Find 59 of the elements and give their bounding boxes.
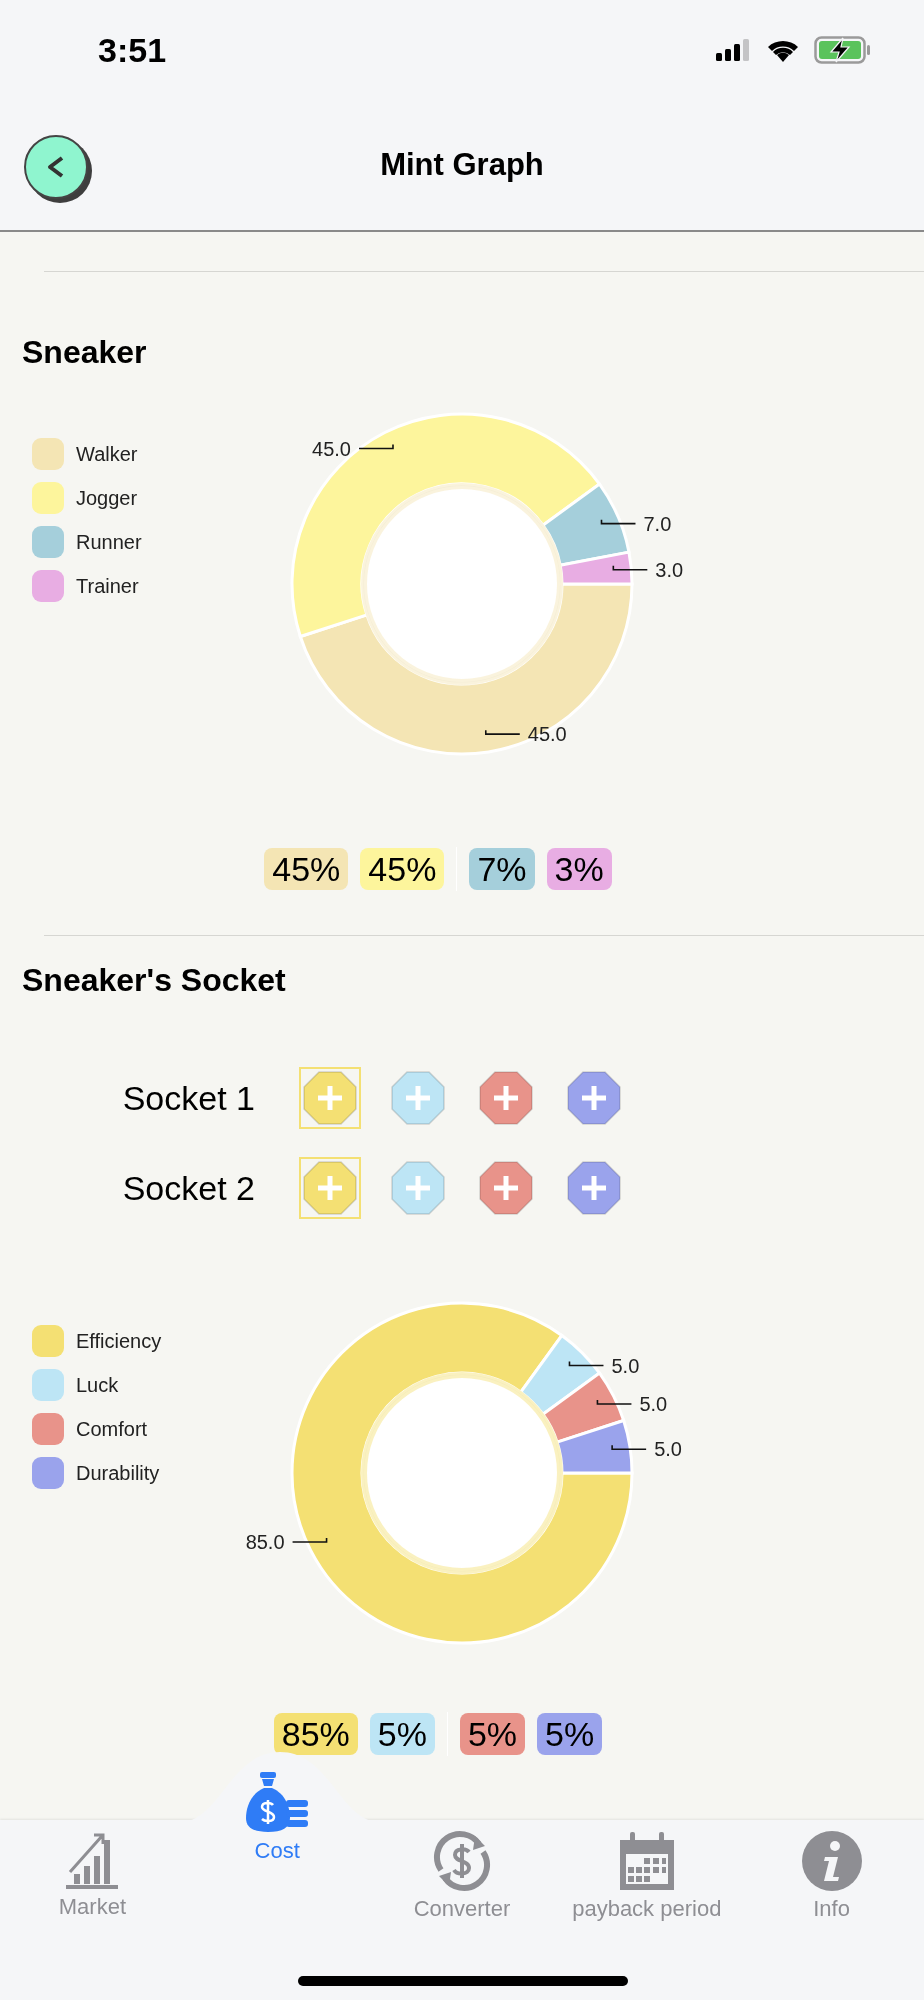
percent-chip: 5% bbox=[537, 1713, 603, 1755]
leader-line bbox=[358, 443, 394, 450]
add-slot-button[interactable] bbox=[299, 1157, 361, 1219]
leader-line bbox=[611, 1444, 647, 1450]
percent-chip: 45% bbox=[264, 848, 349, 890]
percent-chip: 45% bbox=[360, 848, 445, 890]
battery-charging-icon bbox=[814, 36, 872, 64]
data-label: 7.0 bbox=[643, 512, 672, 535]
legend-label: Jogger bbox=[76, 486, 138, 510]
socket-label: Socket 2 bbox=[121, 1168, 255, 1208]
back-button[interactable] bbox=[24, 135, 88, 199]
legend-label: Walker bbox=[76, 442, 138, 466]
leader-line bbox=[596, 1399, 633, 1405]
leader-line bbox=[484, 729, 521, 735]
legend-label: Trainer bbox=[76, 574, 139, 598]
tab-button[interactable]: Converter bbox=[369, 1820, 555, 2000]
page-title: Mint Graph bbox=[380, 147, 544, 183]
leader-line bbox=[568, 1360, 605, 1367]
plus-octagon-icon bbox=[391, 1071, 445, 1125]
section-title: Sneaker bbox=[22, 333, 148, 372]
currency-exchange-icon bbox=[431, 1830, 493, 1892]
plus-octagon-icon bbox=[567, 1071, 621, 1125]
plus-octagon-icon bbox=[303, 1071, 357, 1125]
signal-icon bbox=[716, 39, 752, 61]
legend-label: Efficiency bbox=[76, 1329, 162, 1353]
section-title: Sneaker's Socket bbox=[22, 961, 287, 1000]
leader-line bbox=[612, 564, 649, 571]
legend-label: Comfort bbox=[76, 1417, 148, 1441]
plus-octagon-icon bbox=[567, 1161, 621, 1215]
data-label: 5.0 bbox=[639, 1393, 668, 1415]
percent-chip: 7% bbox=[469, 848, 535, 890]
plus-octagon-icon bbox=[479, 1071, 533, 1125]
tab-button[interactable]: Info bbox=[739, 1820, 924, 2000]
add-slot-button[interactable] bbox=[299, 1067, 361, 1129]
leader-line bbox=[600, 518, 637, 525]
data-label: 85.0 bbox=[245, 1531, 285, 1553]
data-label: 5.0 bbox=[611, 1354, 640, 1377]
data-label: 5.0 bbox=[654, 1438, 682, 1461]
percent-chip: 3% bbox=[546, 848, 612, 890]
data-label: 45.0 bbox=[312, 437, 351, 460]
status-time: 3:51 bbox=[98, 30, 167, 70]
percent-chip: 85% bbox=[273, 1713, 358, 1755]
leader-line bbox=[291, 1537, 328, 1543]
tab-button[interactable]: payback period bbox=[554, 1820, 740, 2000]
info-icon bbox=[800, 1830, 863, 1892]
socket-label: Socket 1 bbox=[121, 1078, 255, 1118]
tab-button[interactable]: Cost bbox=[184, 1762, 370, 2000]
legend-label: Runner bbox=[76, 530, 142, 554]
wifi-icon bbox=[766, 38, 800, 62]
plus-octagon-icon bbox=[303, 1161, 357, 1215]
percent-chip: 5% bbox=[369, 1713, 435, 1755]
plus-octagon-icon bbox=[391, 1161, 445, 1215]
legend-label: Durability bbox=[76, 1461, 160, 1485]
data-label: 45.0 bbox=[527, 723, 567, 746]
percent-chip: 5% bbox=[459, 1713, 526, 1755]
legend-label: Luck bbox=[76, 1373, 119, 1397]
data-label: 3.0 bbox=[655, 558, 684, 581]
plus-octagon-icon bbox=[479, 1161, 533, 1215]
tab-button[interactable]: Market bbox=[0, 1820, 185, 2000]
